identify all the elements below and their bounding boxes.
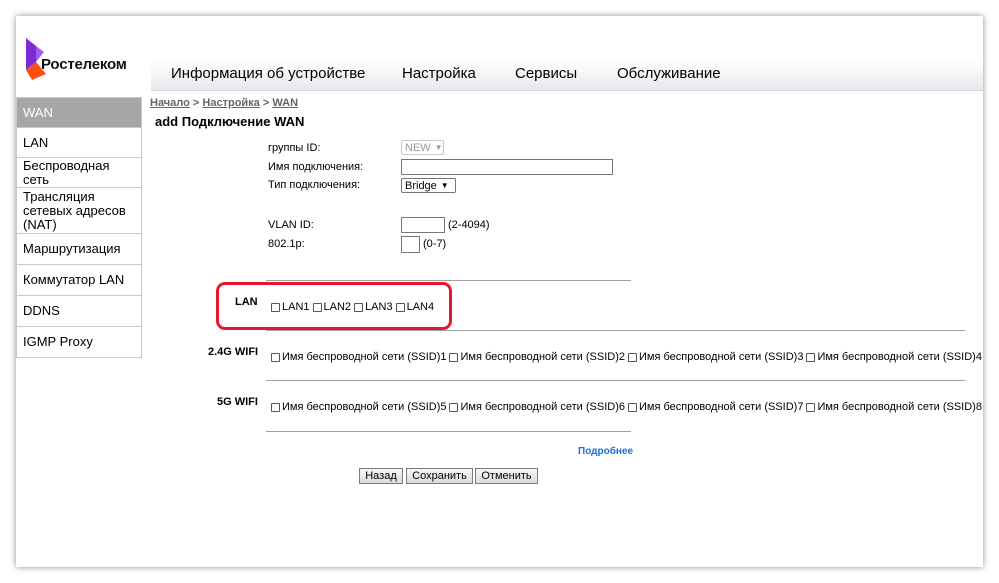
ssid1-label: Имя беспроводной сети (SSID)1 (282, 351, 447, 363)
wifi5-ssid-list: Имя беспроводной сети (SSID)5 Имя беспро… (271, 401, 983, 413)
ssid5-label: Имя беспроводной сети (SSID)5 (282, 401, 447, 413)
ssid7-checkbox[interactable] (627, 402, 637, 412)
ssid6-checkbox[interactable] (449, 402, 459, 412)
ssid4-checkbox[interactable] (806, 352, 816, 362)
divider (266, 330, 965, 331)
conn-type-value: Bridge (405, 179, 437, 192)
topnav-device-info[interactable]: Информация об устройстве (171, 65, 365, 82)
dot1p-input[interactable] (401, 236, 420, 253)
breadcrumb-settings[interactable]: Настройка (202, 97, 259, 109)
ssid4-label: Имя беспроводной сети (SSID)4 (817, 351, 982, 363)
highlight-annotation (216, 282, 452, 330)
sidebar-item-wan[interactable]: WAN (16, 97, 142, 128)
topnav-services[interactable]: Сервисы (515, 65, 577, 82)
vlan-id-range: (2-4094) (448, 219, 490, 231)
divider (266, 380, 965, 381)
ssid2-label: Имя беспроводной сети (SSID)2 (460, 351, 625, 363)
breadcrumb: Начало > Настройка > WAN (150, 97, 298, 109)
breadcrumb-sep: > (189, 97, 203, 109)
ssid2-checkbox[interactable] (449, 352, 459, 362)
ssid6-label: Имя беспроводной сети (SSID)6 (460, 401, 625, 413)
dot1p-range: (0-7) (423, 238, 447, 250)
top-navigation: Информация об устройстве Настройка Серви… (151, 60, 983, 91)
ssid7-label: Имя беспроводной сети (SSID)7 (638, 401, 804, 413)
page-title: add Подключение WAN (155, 114, 305, 129)
sidebar-item-lan[interactable]: LAN (16, 128, 142, 158)
breadcrumb-home[interactable]: Начало (150, 97, 190, 109)
dot1p-label: 802.1p: (268, 238, 305, 250)
cancel-button[interactable]: Отменить (475, 468, 538, 484)
breadcrumb-current[interactable]: WAN (272, 97, 298, 109)
save-button[interactable]: Сохранить (406, 468, 473, 484)
sidebar-item-lan-switch[interactable]: Коммутатор LAN (16, 265, 142, 296)
back-button[interactable]: Назад (359, 468, 403, 484)
topnav-settings[interactable]: Настройка (402, 65, 476, 82)
brand-name: Ростелеком (41, 56, 127, 73)
more-details-link[interactable]: Подробнее (578, 446, 633, 457)
ssid1-checkbox[interactable] (271, 352, 280, 362)
ssid5-checkbox[interactable] (271, 402, 280, 412)
vlan-id-label: VLAN ID: (268, 219, 314, 231)
sidebar-item-routing[interactable]: Маршрутизация (16, 234, 142, 265)
ssid3-label: Имя беспроводной сети (SSID)3 (638, 351, 804, 363)
wifi5-section-label: 5G WIFI (217, 396, 258, 408)
chevron-down-icon: ▼ (440, 181, 449, 190)
group-id-select[interactable]: NEW ▼ (401, 140, 444, 155)
ssid3-checkbox[interactable] (627, 352, 637, 362)
wifi24-ssid-list: Имя беспроводной сети (SSID)1 Имя беспро… (271, 351, 983, 363)
conn-type-select[interactable]: Bridge ▼ (401, 178, 456, 193)
divider (266, 280, 631, 281)
ssid8-label: Имя беспроводной сети (SSID)8 (817, 401, 982, 413)
sidebar: WAN LAN Беспроводная сеть Трансляция сет… (16, 97, 142, 358)
topnav-maintenance[interactable]: Обслуживание (617, 65, 721, 82)
sidebar-item-wireless[interactable]: Беспроводная сеть (16, 158, 142, 188)
sidebar-item-ddns[interactable]: DDNS (16, 296, 142, 327)
sidebar-item-igmp-proxy[interactable]: IGMP Proxy (16, 327, 142, 358)
ssid8-checkbox[interactable] (806, 402, 816, 412)
conn-name-input[interactable] (401, 159, 613, 175)
conn-name-label: Имя подключения: (268, 161, 364, 173)
wifi24-section-label: 2.4G WIFI (208, 346, 259, 358)
conn-type-label: Тип подключения: (268, 179, 361, 191)
group-id-label: группы ID: (268, 142, 321, 154)
vlan-id-input[interactable] (401, 217, 445, 233)
chevron-down-icon: ▼ (434, 143, 443, 152)
router-web-ui: Ростелеком Информация об устройстве Наст… (16, 16, 983, 567)
group-id-value: NEW (405, 141, 431, 154)
divider (266, 431, 631, 432)
sidebar-item-nat[interactable]: Трансляция сетевых адресов (NAT) (16, 188, 142, 234)
breadcrumb-sep: > (259, 97, 273, 109)
